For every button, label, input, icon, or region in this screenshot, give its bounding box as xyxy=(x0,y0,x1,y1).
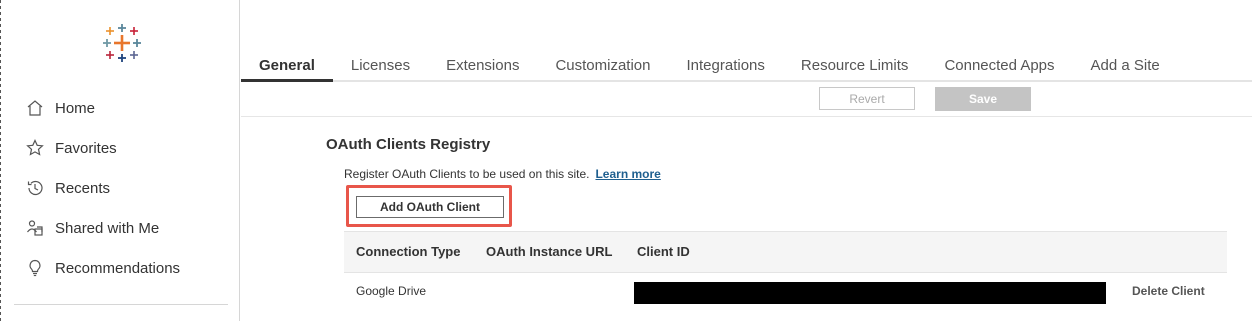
sidebar-item-label: Recommendations xyxy=(55,259,181,277)
sidebar-item-label: Favorites xyxy=(55,139,117,157)
section-description: Register OAuth Clients to be used on thi… xyxy=(344,167,661,181)
sidebar-item-home[interactable]: Home xyxy=(1,88,239,128)
column-header-client-id[interactable]: Client ID xyxy=(637,244,690,259)
add-oauth-client-button[interactable]: Add OAuth Client xyxy=(356,196,504,218)
table-header: Connection Type OAuth Instance URL Clien… xyxy=(344,231,1227,273)
revert-button[interactable]: Revert xyxy=(819,87,915,110)
tab-customization[interactable]: Customization xyxy=(537,53,668,80)
tableau-logo xyxy=(103,24,141,62)
tab-extensions[interactable]: Extensions xyxy=(428,53,537,80)
settings-tabs: General Licenses Extensions Customizatio… xyxy=(241,53,1252,82)
oauth-clients-table: Connection Type OAuth Instance URL Clien… xyxy=(344,231,1227,313)
client-id-redacted xyxy=(634,282,1106,304)
tab-integrations[interactable]: Integrations xyxy=(669,53,783,80)
sidebar-item-label: Home xyxy=(55,99,96,117)
tab-add-a-site[interactable]: Add a Site xyxy=(1073,53,1178,80)
recents-icon xyxy=(25,178,45,198)
save-button[interactable]: Save xyxy=(935,87,1031,111)
tab-licenses[interactable]: Licenses xyxy=(333,53,428,80)
sidebar-item-favorites[interactable]: Favorites xyxy=(1,128,239,168)
star-icon xyxy=(25,138,45,158)
section-title: OAuth Clients Registry xyxy=(326,136,491,153)
sidebar-divider xyxy=(14,304,228,305)
sidebar-item-recommendations[interactable]: Recommendations xyxy=(1,248,239,288)
description-text: Register OAuth Clients to be used on thi… xyxy=(344,167,590,181)
lightbulb-icon xyxy=(25,258,45,278)
delete-client-link[interactable]: Delete Client xyxy=(1132,284,1205,298)
home-icon xyxy=(25,98,45,118)
toolbar-divider xyxy=(241,116,1252,117)
sidebar-item-shared-with-me[interactable]: Shared with Me xyxy=(1,208,239,248)
cell-connection-type: Google Drive xyxy=(356,284,427,298)
learn-more-link[interactable]: Learn more xyxy=(595,167,660,181)
tab-resource-limits[interactable]: Resource Limits xyxy=(783,53,927,80)
table-row: Google Drive Delete Client xyxy=(344,273,1227,313)
column-header-oauth-instance-url[interactable]: OAuth Instance URL xyxy=(486,244,612,259)
shared-icon xyxy=(25,218,45,238)
column-header-connection-type[interactable]: Connection Type xyxy=(356,244,460,259)
tab-general[interactable]: General xyxy=(241,53,333,82)
sidebar-item-label: Recents xyxy=(55,179,111,197)
sidebar: Home Favorites Recents Shared with Me Re… xyxy=(1,0,240,321)
sidebar-item-label: Shared with Me xyxy=(55,219,160,237)
sidebar-nav: Home Favorites Recents Shared with Me Re… xyxy=(1,88,239,288)
tab-connected-apps[interactable]: Connected Apps xyxy=(926,53,1072,80)
sidebar-item-recents[interactable]: Recents xyxy=(1,168,239,208)
